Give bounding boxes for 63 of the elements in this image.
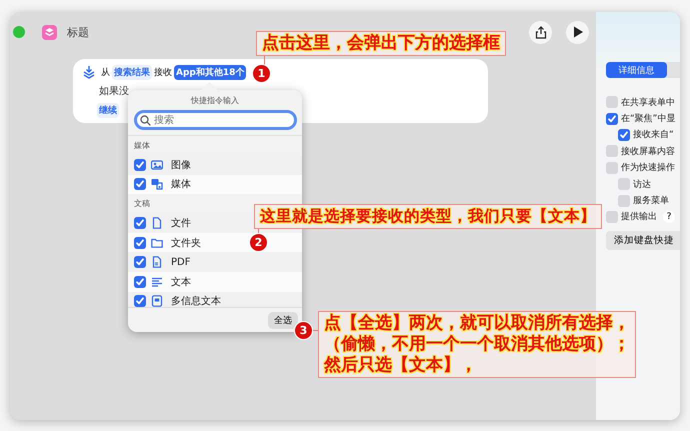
- option-label: 作为快速操作: [621, 162, 675, 174]
- option-label: 在“聚焦”中显: [621, 112, 676, 126]
- checkbox[interactable]: [618, 194, 630, 207]
- checkbox[interactable]: [134, 216, 146, 229]
- checkbox[interactable]: [134, 276, 146, 288]
- callout-text: 点【全选】两次，就可以取消所有选择， （偷懒，不用一个一个取消其他选项）； 然后只选【文本】，: [318, 311, 636, 378]
- checkbox[interactable]: [606, 112, 618, 125]
- checkbox[interactable]: [134, 295, 146, 307]
- receive-icon: [82, 64, 96, 80]
- callout-text: 这里就是选择要接收的类型，我们只要【文本】: [254, 204, 602, 229]
- parameter-token[interactable]: App和其他18个: [174, 64, 246, 80]
- search-field[interactable]: 搜索: [134, 110, 297, 130]
- window-title: 标题: [67, 24, 89, 40]
- checkbox[interactable]: [606, 96, 618, 108]
- section-label: 媒体: [133, 140, 151, 152]
- type-icon: [151, 178, 163, 190]
- list-item-label: 多信息文本: [171, 294, 221, 307]
- option-label: 访达: [633, 178, 651, 191]
- option-label: 在共享表单中: [621, 96, 675, 109]
- action-text: 接收: [154, 66, 172, 78]
- checkbox[interactable]: [606, 145, 618, 158]
- help-button[interactable]: ?: [663, 210, 675, 223]
- action-text: 如果没: [99, 85, 129, 99]
- tab[interactable]: 详细信息: [606, 62, 667, 78]
- list-item-label: 媒体: [171, 178, 191, 192]
- callout-text: 点击这里，会弹出下方的选择框: [256, 31, 506, 56]
- option-label: 接收屏幕内容: [621, 146, 675, 158]
- share-button[interactable]: [529, 20, 552, 44]
- checkbox[interactable]: [606, 210, 618, 223]
- checkbox[interactable]: [134, 236, 146, 249]
- popover-title: 快捷指令输入: [190, 95, 240, 107]
- list-item-label: 图像: [171, 158, 191, 172]
- checkbox[interactable]: [606, 162, 618, 174]
- search-icon: [140, 115, 151, 126]
- checkbox[interactable]: [618, 128, 630, 141]
- section-label: 文稿: [133, 198, 151, 210]
- play-button[interactable]: [566, 20, 589, 44]
- type-icon: [151, 158, 163, 171]
- segmented-control[interactable]: 详细信息: [606, 62, 680, 78]
- parameter-token[interactable]: 继续: [97, 102, 119, 118]
- type-icon: [151, 295, 163, 307]
- list-item-label: 文本: [171, 276, 191, 289]
- list-item-label: PDF: [171, 256, 190, 268]
- type-icon: [151, 236, 163, 249]
- action-text: 从: [101, 66, 110, 78]
- type-icon: [151, 276, 163, 288]
- option-label: 服务菜单: [633, 194, 669, 208]
- play-icon: [572, 26, 582, 38]
- type-icon: [151, 216, 163, 229]
- add-shortcut-button[interactable]: 添加键盘快捷: [606, 231, 680, 250]
- share-icon: [534, 26, 546, 38]
- checkbox[interactable]: [134, 256, 146, 268]
- option-label: 接收来自“: [633, 128, 674, 142]
- list-item-label: 文件夹: [171, 236, 201, 250]
- type-icon: [151, 256, 163, 268]
- select-all-button[interactable]: 全选: [268, 312, 298, 328]
- app-icon: [42, 24, 57, 40]
- checkbox[interactable]: [134, 178, 146, 190]
- checkbox[interactable]: [134, 158, 146, 171]
- option-label: 提供输出: [621, 210, 657, 224]
- checkbox[interactable]: [618, 178, 630, 190]
- list-item-label: 文件: [171, 216, 191, 230]
- parameter-token[interactable]: 搜索结果: [112, 64, 152, 80]
